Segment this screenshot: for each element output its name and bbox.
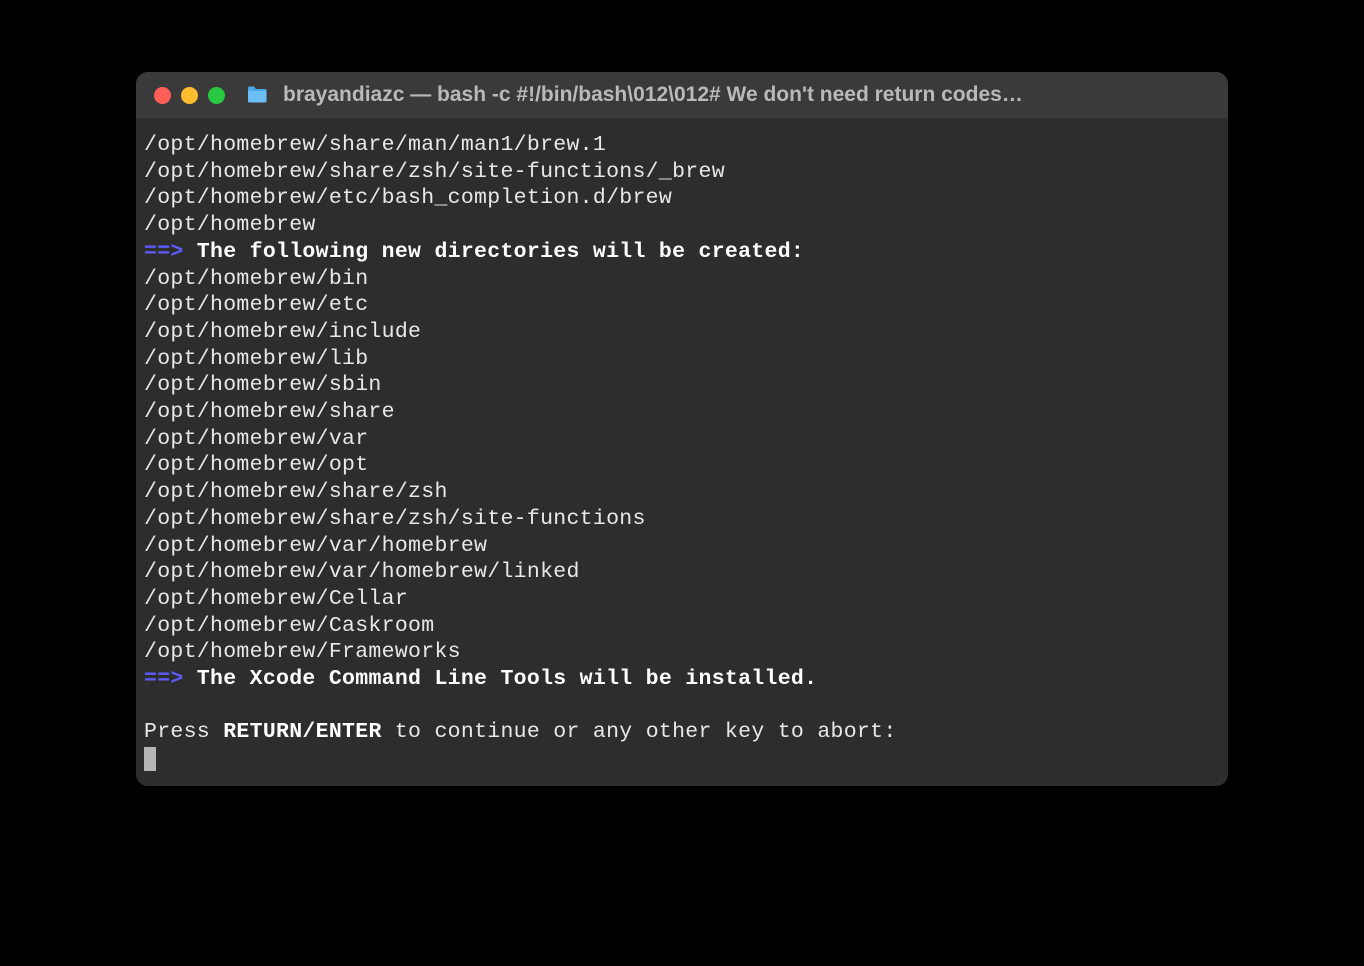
prompt-line: Press RETURN/ENTER to continue or any ot…: [144, 719, 1220, 746]
output-line: /opt/homebrew/share/zsh/site-functions/_…: [144, 159, 1220, 186]
minimize-icon[interactable]: [181, 87, 198, 104]
output-line: /opt/homebrew/share: [144, 399, 1220, 426]
cursor-line[interactable]: [144, 746, 1220, 773]
output-line: /opt/homebrew/Caskroom: [144, 613, 1220, 640]
terminal-body[interactable]: /opt/homebrew/share/man/man1/brew.1 /opt…: [136, 118, 1228, 786]
output-line: /opt/homebrew/etc/bash_completion.d/brew: [144, 185, 1220, 212]
section-header: ==> The following new directories will b…: [144, 239, 1220, 266]
close-icon[interactable]: [154, 87, 171, 104]
zoom-icon[interactable]: [208, 87, 225, 104]
output-line: /opt/homebrew/bin: [144, 266, 1220, 293]
output-line: /opt/homebrew/var/homebrew: [144, 533, 1220, 560]
cursor-icon: [144, 747, 156, 771]
output-line: /opt/homebrew/share/zsh: [144, 479, 1220, 506]
header-text: The Xcode Command Line Tools will be ins…: [184, 667, 818, 691]
window-title: brayandiazc — bash -c #!/bin/bash\012\01…: [283, 83, 1210, 107]
output-line: /opt/homebrew/var: [144, 426, 1220, 453]
output-line: /opt/homebrew/etc: [144, 292, 1220, 319]
arrow-icon: ==>: [144, 667, 184, 691]
section-header: ==> The Xcode Command Line Tools will be…: [144, 666, 1220, 693]
folder-icon: [246, 86, 268, 104]
output-line: /opt/homebrew/include: [144, 319, 1220, 346]
output-line: /opt/homebrew/Cellar: [144, 586, 1220, 613]
prompt-pre: Press: [144, 720, 223, 744]
output-line: /opt/homebrew/share/man/man1/brew.1: [144, 132, 1220, 159]
output-line: /opt/homebrew/opt: [144, 452, 1220, 479]
arrow-icon: ==>: [144, 240, 184, 264]
prompt-post: to continue or any other key to abort:: [382, 720, 897, 744]
output-line: /opt/homebrew/share/zsh/site-functions: [144, 506, 1220, 533]
titlebar: brayandiazc — bash -c #!/bin/bash\012\01…: [136, 72, 1228, 118]
header-text: The following new directories will be cr…: [184, 240, 805, 264]
output-line: /opt/homebrew/var/homebrew/linked: [144, 559, 1220, 586]
traffic-lights: [154, 87, 225, 104]
output-line: /opt/homebrew: [144, 212, 1220, 239]
blank-line: [144, 693, 1220, 720]
terminal-window: brayandiazc — bash -c #!/bin/bash\012\01…: [136, 72, 1228, 786]
output-line: /opt/homebrew/sbin: [144, 372, 1220, 399]
output-line: /opt/homebrew/lib: [144, 346, 1220, 373]
output-line: /opt/homebrew/Frameworks: [144, 639, 1220, 666]
prompt-key: RETURN/ENTER: [223, 720, 381, 744]
